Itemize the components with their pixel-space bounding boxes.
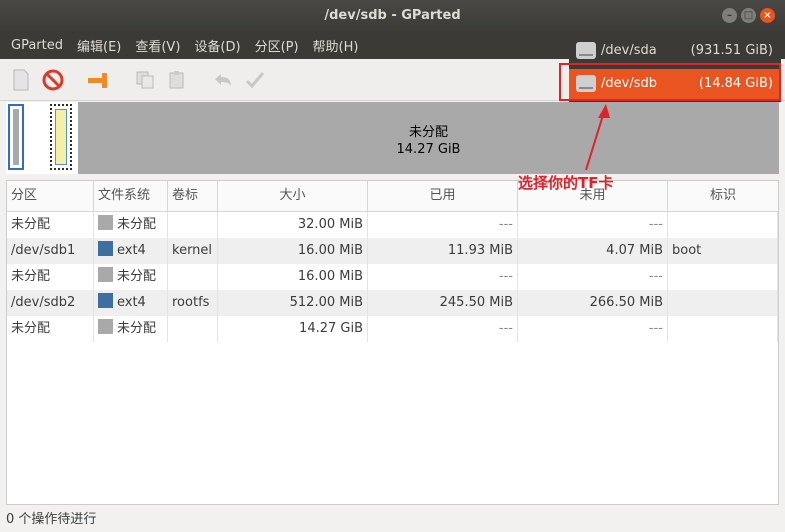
annotation-text: 选择你的TF卡 <box>518 174 614 192</box>
annotation-arrow-icon <box>585 104 610 171</box>
gparted-window: /dev/sdb - GParted – □ × GParted 编辑(E) 查… <box>0 0 785 532</box>
